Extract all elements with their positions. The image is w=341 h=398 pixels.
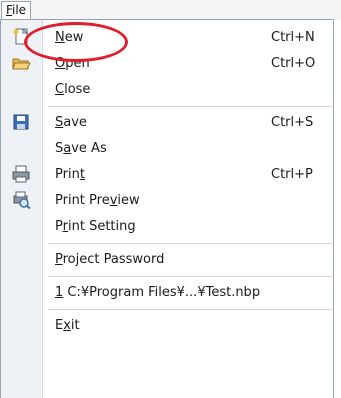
menu-item-shortcut: Ctrl+O: [271, 56, 316, 71]
menu-item-new[interactable]: New Ctrl+N: [1, 26, 333, 50]
print-preview-icon: [13, 191, 31, 209]
label-accel: t: [79, 167, 85, 182]
menu-separator: [48, 309, 332, 310]
menu-item-label: Project Password: [55, 251, 164, 269]
menu-item-label: Print Setting: [55, 218, 136, 236]
menu-item-exit[interactable]: Exit: [1, 314, 333, 338]
menu-item-label: Exit: [55, 317, 80, 335]
label-pre: E: [55, 318, 64, 333]
menu-item-recent-file-1[interactable]: 1 C:¥Program Files¥...¥Test.nbp: [1, 281, 333, 305]
label-post: it: [70, 318, 80, 333]
menu-item-shortcut: Ctrl+N: [271, 30, 315, 45]
file-tab-rest: ile: [11, 3, 27, 17]
label-accel: O: [55, 56, 66, 71]
label-post: ave: [63, 115, 87, 130]
menu-item-print[interactable]: Print Ctrl+P: [1, 163, 333, 187]
file-menu-screenshot: File New Ctrl+N Open Ctrl+O Close Save C…: [0, 0, 341, 398]
label-pre: Prin: [55, 167, 80, 182]
save-floppy-icon: [13, 114, 29, 130]
menu-item-label: Save: [55, 114, 87, 132]
file-dropdown-menu: New Ctrl+N Open Ctrl+O Close Save Ctrl+S…: [0, 19, 334, 398]
menu-bar: File: [0, 0, 341, 20]
label-accel: N: [55, 30, 65, 45]
menu-item-shortcut: Ctrl+S: [271, 115, 314, 130]
label-post: lose: [64, 82, 91, 97]
menu-item-label: Print Preview: [55, 192, 140, 210]
label-post: int Setting: [67, 219, 136, 234]
open-folder-icon: [12, 58, 31, 70]
label-accel: C: [55, 82, 65, 97]
label-pre: P: [55, 219, 63, 234]
menu-item-label: Print: [55, 166, 85, 184]
label-post: iew: [117, 193, 140, 208]
menu-item-close[interactable]: Close: [1, 78, 333, 102]
menu-item-project-password[interactable]: Project Password: [1, 248, 333, 272]
label-post: pen: [65, 56, 90, 71]
menu-item-label: Save As: [55, 140, 107, 158]
printer-icon: [12, 165, 30, 183]
menu-separator: [48, 106, 332, 107]
label-post: C:¥Program Files¥...¥Test.nbp: [63, 285, 261, 300]
file-menu-tab[interactable]: File: [1, 1, 31, 19]
new-document-icon: [13, 28, 29, 45]
menu-item-label: Open: [55, 55, 90, 73]
menu-item-label: Close: [55, 81, 90, 99]
label-pre: Print Pre: [55, 193, 110, 208]
menu-separator: [48, 276, 332, 277]
menu-item-label: New: [55, 29, 83, 47]
label-post: roject Password: [62, 252, 165, 267]
label-post: ew: [64, 30, 84, 45]
label-post: ve As: [71, 141, 107, 156]
menu-item-print-preview[interactable]: Print Preview: [1, 189, 333, 213]
label-accel: P: [55, 252, 63, 267]
menu-separator: [48, 243, 332, 244]
menu-item-label: 1 C:¥Program Files¥...¥Test.nbp: [55, 284, 260, 302]
menu-item-print-setting[interactable]: Print Setting: [1, 215, 333, 239]
menu-item-save[interactable]: Save Ctrl+S: [1, 111, 333, 135]
menu-item-save-as[interactable]: Save As: [1, 137, 333, 161]
label-accel: x: [63, 318, 71, 333]
menu-item-shortcut: Ctrl+P: [271, 167, 313, 182]
menu-item-open[interactable]: Open Ctrl+O: [1, 52, 333, 76]
